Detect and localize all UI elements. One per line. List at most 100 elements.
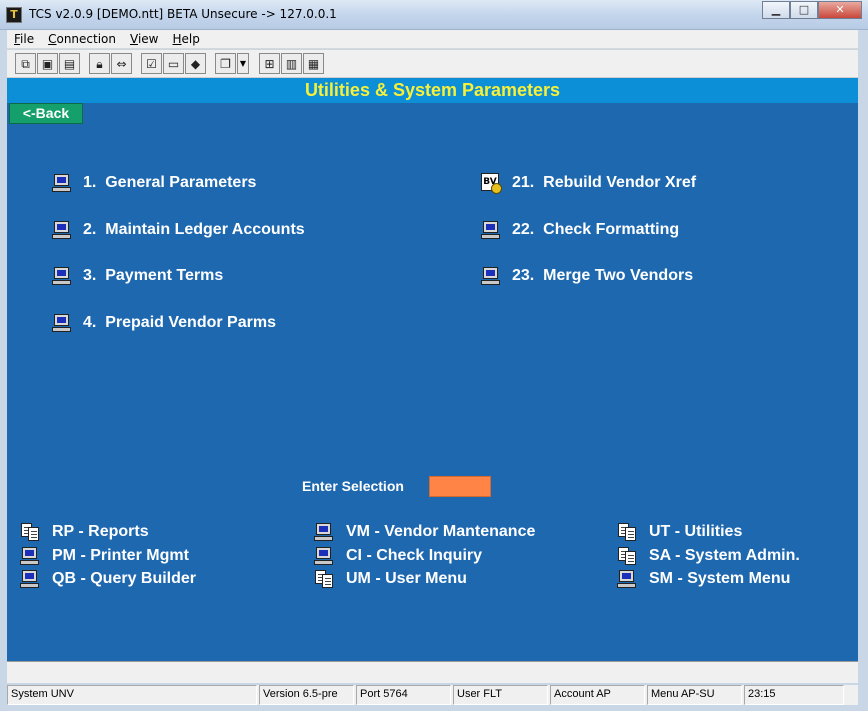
nav-system-menu[interactable]: SM - System Menu [616,568,790,590]
option-label: Rebuild Vendor Xref [543,174,697,191]
page-title: Utilities & System Parameters [304,80,561,100]
selection-input[interactable] [429,476,491,497]
print-icon[interactable]: ▤ [59,53,80,74]
option-number: 1. [83,174,97,191]
option-check-formatting[interactable]: 22. Check Formatting [480,219,679,241]
menu-file-label: ile [20,32,35,46]
documents-icon [616,545,638,567]
batch-icon: BV [480,172,502,194]
option-label: General Parameters [105,174,257,191]
nav-check-inquiry[interactable]: CI - Check Inquiry [313,545,482,567]
computer-icon [616,568,638,590]
back-button[interactable]: <-Back [9,103,83,124]
nav-label: RP - Reports [52,523,149,540]
message-strip [7,661,858,683]
maximize-button[interactable]: □ [790,1,818,19]
tree-icon[interactable]: ⊞ [259,53,280,74]
connect-icon[interactable]: ⇔ [111,53,132,74]
documents-icon [313,568,335,590]
status-port: Port 5764 [356,685,451,705]
option-merge-two-vendors[interactable]: 23. Merge Two Vendors [480,265,693,287]
option-prepaid-vendor-parms[interactable]: 4. Prepaid Vendor Parms [51,312,276,334]
menu-view-label: iew [137,32,159,46]
computer-icon [480,265,502,287]
menu-help[interactable]: Help [166,32,207,46]
option-number: 4. [83,314,97,331]
nav-label: VM - Vendor Mantenance [346,523,536,540]
window-controls: ▁ □ ✕ [762,1,862,19]
option-label: Merge Two Vendors [543,267,694,284]
minimize-button[interactable]: ▁ [762,1,790,19]
app-icon: T [6,7,22,23]
option-label: Payment Terms [105,267,224,284]
option-number: 22. [512,221,535,238]
option-rebuild-vendor-xref[interactable]: BV 21. Rebuild Vendor Xref [480,172,696,194]
option-payment-terms[interactable]: 3. Payment Terms [51,265,223,287]
computer-icon [480,219,502,241]
properties-icon[interactable]: ☑ [141,53,162,74]
nav-label: PM - Printer Mgmt [52,547,189,564]
title-bar: T TCS v2.0.9 [DEMO.ntt] BETA Unsecure ->… [0,0,868,30]
status-version: Version 6.5-pre [259,685,354,705]
status-account: Account AP [550,685,645,705]
nav-label: UM - User Menu [346,570,467,587]
status-time: 23:15 [744,685,844,705]
copy-icon[interactable]: ⧉ [15,53,36,74]
computer-icon [51,312,73,334]
save-icon[interactable]: ▣ [37,53,58,74]
option-number: 23. [512,267,535,284]
menu-connection-label: onnection [56,32,117,46]
option-label: Check Formatting [543,221,680,238]
option-maintain-ledger-accounts[interactable]: 2. Maintain Ledger Accounts [51,219,305,241]
calculator-icon[interactable]: ▦ [303,53,324,74]
computer-icon [51,219,73,241]
batch-icon-text: BV [481,173,502,194]
chart-icon[interactable]: ▥ [281,53,302,74]
menu-view-mnemonic: V [130,32,138,46]
nav-label: QB - Query Builder [52,570,197,587]
toolbar: ⧉ ▣ ▤ 🔒︎ ⇔ ☑ ▭ ◆ ❐ ▼ ⊞ ▥ ▦ [7,50,858,78]
nav-utilities[interactable]: UT - Utilities [616,521,742,543]
status-user: User FLT [453,685,548,705]
nav-label: UT - Utilities [649,523,743,540]
nav-user-menu[interactable]: UM - User Menu [313,568,467,590]
monitor-icon[interactable]: ▭ [163,53,184,74]
option-number: 2. [83,221,97,238]
nav-label: SM - System Menu [649,570,791,587]
book-icon[interactable]: ◆ [185,53,206,74]
documents-icon [19,521,41,543]
close-button[interactable]: ✕ [818,1,862,19]
nav-query-builder[interactable]: QB - Query Builder [19,568,196,590]
menu-connection[interactable]: Connection [41,32,123,46]
menu-help-label: elp [181,32,200,46]
computer-icon [313,545,335,567]
enter-selection-label: Enter Selection [302,478,404,494]
status-bar: System UNV Version 6.5-pre Port 5764 Use… [7,685,858,705]
menu-view[interactable]: View [123,32,165,46]
status-menu: Menu AP-SU [647,685,742,705]
option-label: Prepaid Vendor Parms [105,314,276,331]
computer-icon [51,172,73,194]
nav-reports[interactable]: RP - Reports [19,521,149,543]
option-general-parameters[interactable]: 1. General Parameters [51,172,256,194]
nav-vendor-mantenance[interactable]: VM - Vendor Mantenance [313,521,535,543]
page-header: Utilities & System Parameters [7,78,858,103]
nav-printer-mgmt[interactable]: PM - Printer Mgmt [19,545,189,567]
status-system: System UNV [7,685,257,705]
nav-label: SA - System Admin. [649,547,800,564]
window-icon[interactable]: ❐ [215,53,236,74]
option-number: 3. [83,267,97,284]
computer-icon [19,545,41,567]
documents-icon [616,521,638,543]
menu-file[interactable]: File [7,32,41,46]
chevron-down-icon[interactable]: ▼ [237,53,249,74]
window-title: TCS v2.0.9 [DEMO.ntt] BETA Unsecure -> 1… [29,7,337,21]
computer-icon [51,265,73,287]
menu-bar: File Connection View Help [7,30,858,49]
lock-icon[interactable]: 🔒︎ [89,53,110,74]
main-panel: Utilities & System Parameters <-Back 1. … [7,78,858,661]
nav-system-admin[interactable]: SA - System Admin. [616,545,800,567]
option-number: 21. [512,174,535,191]
menu-help-mnemonic: H [172,32,182,46]
computer-icon [313,521,335,543]
